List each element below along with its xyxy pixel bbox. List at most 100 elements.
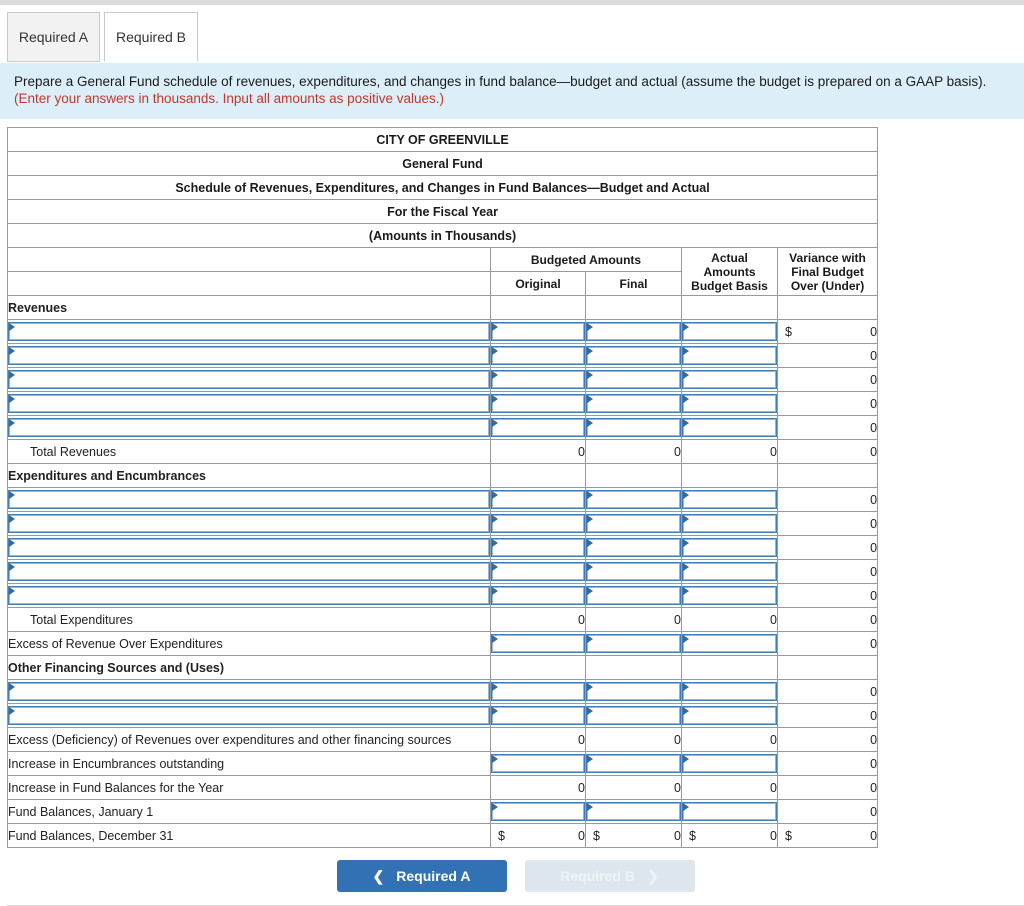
account-name-input[interactable] <box>7 391 491 416</box>
dropdown-caret-icon[interactable] <box>9 491 15 499</box>
original-budget-input[interactable] <box>490 679 586 704</box>
original-budget-input[interactable] <box>490 367 586 392</box>
final-budget-input[interactable] <box>585 679 682 704</box>
final-budget-input-box[interactable] <box>586 394 681 413</box>
actual-amount-input-box[interactable] <box>682 514 777 533</box>
final-budget-input[interactable] <box>585 391 682 416</box>
actual-amount-input-box[interactable] <box>682 538 777 557</box>
final-budget-input[interactable] <box>585 343 682 368</box>
dropdown-caret-icon[interactable] <box>9 563 15 571</box>
actual-amount-input[interactable] <box>681 535 778 560</box>
final-budget-input[interactable] <box>585 511 682 536</box>
original-budget-input[interactable] <box>490 751 586 776</box>
dropdown-caret-icon[interactable] <box>683 803 689 811</box>
original-budget-input-box[interactable] <box>491 586 585 605</box>
dropdown-caret-icon[interactable] <box>9 683 15 691</box>
actual-amount-input-box[interactable] <box>682 490 777 509</box>
account-name-input[interactable] <box>7 487 491 512</box>
dropdown-caret-icon[interactable] <box>492 683 498 691</box>
dropdown-caret-icon[interactable] <box>492 371 498 379</box>
account-name-input[interactable] <box>7 583 491 608</box>
account-name-input-box[interactable] <box>8 562 490 581</box>
dropdown-caret-icon[interactable] <box>683 539 689 547</box>
original-budget-input-box[interactable] <box>491 802 585 821</box>
dropdown-caret-icon[interactable] <box>9 371 15 379</box>
original-budget-input[interactable] <box>490 583 586 608</box>
final-budget-input-box[interactable] <box>586 418 681 437</box>
dropdown-caret-icon[interactable] <box>683 371 689 379</box>
original-budget-input[interactable] <box>490 391 586 416</box>
dropdown-caret-icon[interactable] <box>492 803 498 811</box>
dropdown-caret-icon[interactable] <box>9 347 15 355</box>
dropdown-caret-icon[interactable] <box>9 395 15 403</box>
dropdown-caret-icon[interactable] <box>587 635 593 643</box>
original-budget-input[interactable] <box>490 511 586 536</box>
dropdown-caret-icon[interactable] <box>587 563 593 571</box>
dropdown-caret-icon[interactable] <box>9 419 15 427</box>
original-budget-input[interactable] <box>490 535 586 560</box>
dropdown-caret-icon[interactable] <box>683 707 689 715</box>
account-name-input[interactable] <box>7 703 491 728</box>
actual-amount-input-box[interactable] <box>682 802 777 821</box>
dropdown-caret-icon[interactable] <box>492 587 498 595</box>
account-name-input[interactable] <box>7 559 491 584</box>
original-budget-input[interactable] <box>490 703 586 728</box>
original-budget-input[interactable] <box>490 559 586 584</box>
original-budget-input[interactable] <box>490 319 586 344</box>
dropdown-caret-icon[interactable] <box>9 323 15 331</box>
prev-required-a-button[interactable]: ❮ Required A <box>336 860 507 892</box>
actual-amount-input-box[interactable] <box>682 322 777 341</box>
dropdown-caret-icon[interactable] <box>683 347 689 355</box>
dropdown-caret-icon[interactable] <box>492 563 498 571</box>
final-budget-input[interactable] <box>585 631 682 656</box>
actual-amount-input[interactable] <box>681 751 778 776</box>
original-budget-input-box[interactable] <box>491 514 585 533</box>
final-budget-input-box[interactable] <box>586 322 681 341</box>
dropdown-caret-icon[interactable] <box>587 539 593 547</box>
dropdown-caret-icon[interactable] <box>587 515 593 523</box>
actual-amount-input[interactable] <box>681 511 778 536</box>
actual-amount-input-box[interactable] <box>682 706 777 725</box>
actual-amount-input[interactable] <box>681 631 778 656</box>
original-budget-input[interactable] <box>490 631 586 656</box>
original-budget-input[interactable] <box>490 343 586 368</box>
final-budget-input[interactable] <box>585 415 682 440</box>
original-budget-input-box[interactable] <box>491 634 585 653</box>
account-name-input-box[interactable] <box>8 370 490 389</box>
final-budget-input[interactable] <box>585 799 682 824</box>
dropdown-caret-icon[interactable] <box>587 371 593 379</box>
dropdown-caret-icon[interactable] <box>683 563 689 571</box>
original-budget-input-box[interactable] <box>491 754 585 773</box>
dropdown-caret-icon[interactable] <box>492 707 498 715</box>
account-name-input-box[interactable] <box>8 490 490 509</box>
actual-amount-input-box[interactable] <box>682 370 777 389</box>
final-budget-input-box[interactable] <box>586 346 681 365</box>
final-budget-input[interactable] <box>585 559 682 584</box>
dropdown-caret-icon[interactable] <box>683 587 689 595</box>
dropdown-caret-icon[interactable] <box>492 755 498 763</box>
next-required-b-button[interactable]: Required B ❯ <box>524 860 695 892</box>
account-name-input-box[interactable] <box>8 706 490 725</box>
final-budget-input[interactable] <box>585 367 682 392</box>
dropdown-caret-icon[interactable] <box>683 395 689 403</box>
account-name-input[interactable] <box>7 415 491 440</box>
final-budget-input-box[interactable] <box>586 802 681 821</box>
account-name-input[interactable] <box>7 319 491 344</box>
account-name-input-box[interactable] <box>8 514 490 533</box>
actual-amount-input-box[interactable] <box>682 418 777 437</box>
dropdown-caret-icon[interactable] <box>492 539 498 547</box>
dropdown-caret-icon[interactable] <box>492 395 498 403</box>
account-name-input-box[interactable] <box>8 346 490 365</box>
original-budget-input-box[interactable] <box>491 706 585 725</box>
original-budget-input-box[interactable] <box>491 538 585 557</box>
final-budget-input-box[interactable] <box>586 706 681 725</box>
actual-amount-input[interactable] <box>681 679 778 704</box>
final-budget-input[interactable] <box>585 535 682 560</box>
original-budget-input-box[interactable] <box>491 490 585 509</box>
account-name-input-box[interactable] <box>8 538 490 557</box>
dropdown-caret-icon[interactable] <box>9 515 15 523</box>
actual-amount-input[interactable] <box>681 583 778 608</box>
actual-amount-input[interactable] <box>681 319 778 344</box>
dropdown-caret-icon[interactable] <box>587 707 593 715</box>
account-name-input[interactable] <box>7 679 491 704</box>
